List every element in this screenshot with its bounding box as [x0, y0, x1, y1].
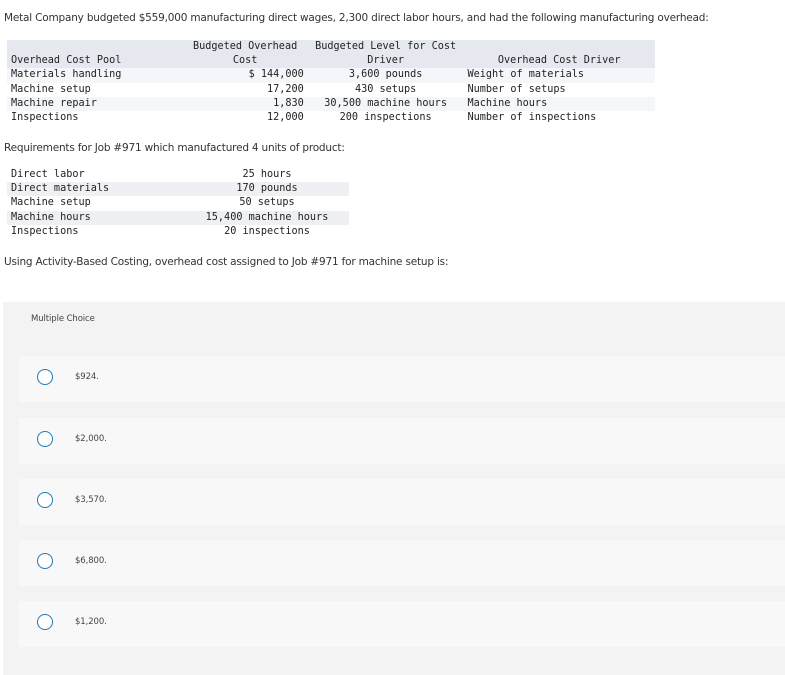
- answer-option-3[interactable]: $3,570.: [19, 479, 785, 525]
- table-row: Machine setup 17,200 430 setups Number o…: [7, 83, 655, 97]
- cell-pool: Machine setup: [11, 83, 91, 95]
- multiple-choice-title: Multiple Choice: [31, 314, 95, 324]
- table-row: Materials handling $ 144,000 3,600 pound…: [7, 68, 655, 83]
- cell-value: 15,400 machine hours: [185, 210, 349, 225]
- table-row: Machine setup 50 setups: [7, 196, 349, 210]
- cell-pool: Materials handling: [7, 68, 183, 83]
- cell-cost: $ 144,000: [182, 68, 308, 83]
- header-budgeted-level: Budgeted Level for Cost: [307, 40, 464, 55]
- cell-level: 430 setups: [354, 83, 417, 95]
- cell-cost: 12,000: [266, 112, 304, 124]
- answer-option-4[interactable]: $6,800.: [19, 540, 785, 586]
- table-row: Direct labor 25 hours: [7, 168, 349, 182]
- header-budgeted-cost-2: Cost: [182, 54, 308, 69]
- table-row: Inspections 12,000 200 inspections Numbe…: [7, 111, 655, 125]
- answer-option-5[interactable]: $1,200.: [19, 601, 785, 647]
- cell-driver: Number of inspections: [467, 112, 597, 124]
- cell-level: 3,600 pounds: [307, 68, 464, 83]
- table-row: Inspections 20 inspections: [7, 225, 349, 239]
- cell-label: Inspections: [11, 225, 79, 237]
- answer-option-label: $2,000.: [75, 434, 107, 444]
- overhead-cost-table: Budgeted Overhead Budgeted Level for Cos…: [7, 40, 655, 125]
- cell-level: 30,500 machine hours: [307, 96, 464, 111]
- question-text: Using Activity-Based Costing, overhead c…: [4, 256, 449, 268]
- radio-button[interactable]: [37, 431, 53, 447]
- cell-value: 25 hours: [242, 169, 292, 181]
- cell-cost: 17,200: [266, 83, 304, 95]
- cell-label: Machine setup: [11, 197, 91, 209]
- radio-button[interactable]: [37, 553, 53, 569]
- cell-label: Machine hours: [7, 210, 185, 225]
- multiple-choice-panel: Multiple Choice $924. $2,000. $3,570. $6…: [3, 302, 785, 675]
- cell-value: 170 pounds: [185, 182, 349, 197]
- table-row: Machine repair 1,830 30,500 machine hour…: [7, 96, 655, 111]
- radio-button[interactable]: [37, 492, 53, 508]
- cell-value: 50 setups: [239, 197, 295, 209]
- radio-button[interactable]: [37, 369, 53, 385]
- cell-pool: Inspections: [11, 112, 79, 124]
- cell-driver: Number of setups: [467, 83, 566, 95]
- header-budgeted-level-2: Driver: [307, 54, 464, 69]
- cell-value: 20 inspections: [224, 225, 310, 237]
- answer-option-2[interactable]: $2,000.: [19, 418, 785, 464]
- cell-pool: Machine repair: [7, 96, 183, 111]
- answer-option-1[interactable]: $924.: [19, 356, 785, 402]
- cell-driver: Machine hours: [463, 96, 655, 111]
- table-row: Direct materials 170 pounds: [7, 182, 349, 197]
- header-cost-pool: Overhead Cost Pool: [7, 54, 183, 69]
- answer-option-label: $3,570.: [75, 495, 107, 505]
- cell-level: 200 inspections: [339, 112, 432, 124]
- header-cost-driver: Overhead Cost Driver: [463, 54, 655, 69]
- cell-driver: Weight of materials: [463, 68, 655, 83]
- table-row: Machine hours 15,400 machine hours: [7, 210, 349, 225]
- table-header-row: Budgeted Overhead Budgeted Level for Cos…: [7, 40, 655, 55]
- cell-label: Direct labor: [11, 169, 85, 181]
- cell-label: Direct materials: [7, 182, 185, 197]
- cell-cost: 1,830: [182, 96, 308, 111]
- header-budgeted-cost: Budgeted Overhead: [182, 40, 308, 55]
- problem-intro: Metal Company budgeted $559,000 manufact…: [4, 12, 709, 24]
- answer-option-label: $6,800.: [75, 556, 107, 566]
- answer-option-label: $924.: [75, 372, 99, 382]
- table-header-row: Overhead Cost Pool Cost Driver Overhead …: [7, 54, 655, 69]
- answer-option-label: $1,200.: [75, 617, 107, 627]
- job-requirements-table: Direct labor 25 hours Direct materials 1…: [7, 168, 349, 239]
- radio-button[interactable]: [37, 614, 53, 630]
- requirements-label: Requirements for Job #971 which manufact…: [4, 142, 345, 154]
